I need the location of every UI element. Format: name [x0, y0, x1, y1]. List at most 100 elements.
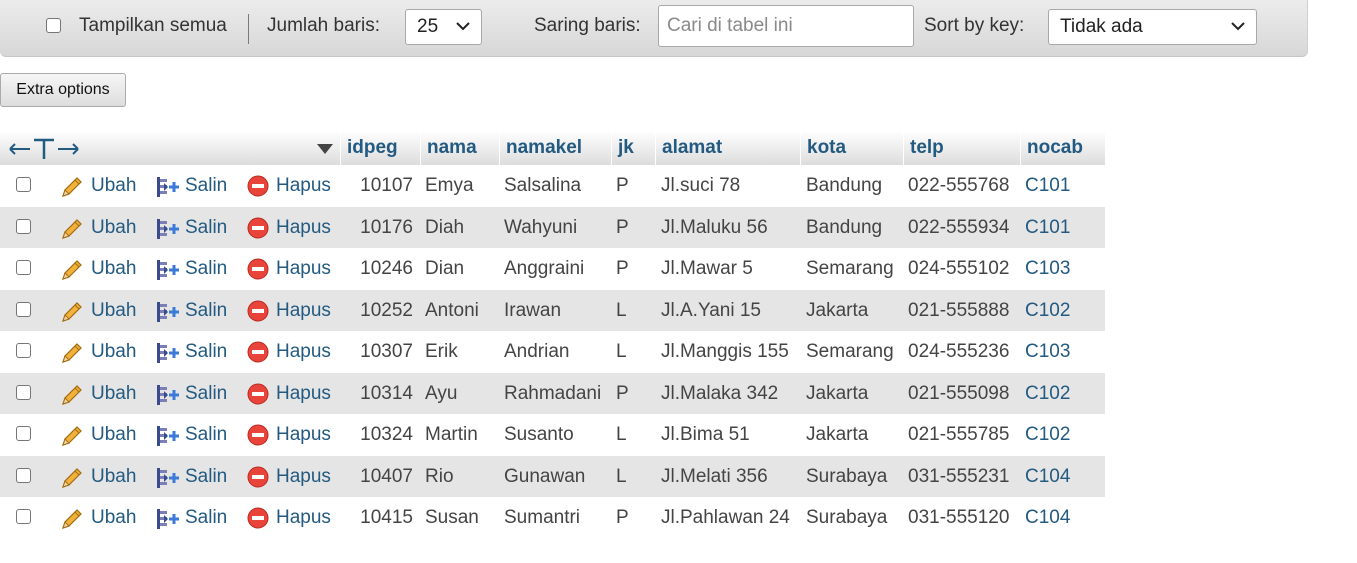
- column-header-idpeg[interactable]: idpeg: [340, 131, 420, 165]
- pencil-icon[interactable]: [60, 300, 84, 329]
- copy-link[interactable]: Salin: [185, 165, 227, 207]
- copy-link[interactable]: Salin: [185, 373, 227, 415]
- pencil-icon[interactable]: [60, 424, 84, 453]
- insert-row-icon[interactable]: [155, 341, 181, 370]
- delete-circle-icon[interactable]: [247, 341, 269, 368]
- pencil-icon[interactable]: [60, 175, 84, 204]
- cell-nocab[interactable]: C102: [1025, 290, 1070, 332]
- column-header-alamat[interactable]: alamat: [655, 131, 800, 165]
- cell-nocab[interactable]: C102: [1025, 414, 1070, 456]
- delete-circle-icon[interactable]: [247, 175, 269, 202]
- cell-alamat: Jl.Melati 356: [661, 465, 768, 487]
- column-header-telp[interactable]: telp: [903, 131, 1020, 165]
- edit-link[interactable]: Ubah: [91, 331, 136, 373]
- delete-link[interactable]: Hapus: [276, 456, 331, 498]
- column-header-namakel[interactable]: namakel: [499, 131, 611, 165]
- delete-link[interactable]: Hapus: [276, 331, 331, 373]
- row-select-checkbox[interactable]: [16, 301, 31, 317]
- insert-row-icon[interactable]: [155, 424, 181, 453]
- insert-row-icon[interactable]: [155, 175, 181, 204]
- cell-nocab[interactable]: C104: [1025, 456, 1070, 498]
- edit-link[interactable]: Ubah: [91, 207, 136, 249]
- filter-rows-input[interactable]: [658, 5, 914, 47]
- rows-count-select[interactable]: 25: [405, 9, 482, 45]
- pencil-icon[interactable]: [60, 383, 84, 412]
- cell-nocab[interactable]: C101: [1025, 165, 1070, 207]
- column-header-kota[interactable]: kota: [800, 131, 903, 165]
- pencil-icon[interactable]: [60, 507, 84, 536]
- delete-circle-icon[interactable]: [247, 258, 269, 285]
- edit-link[interactable]: Ubah: [91, 290, 136, 332]
- delete-link[interactable]: Hapus: [276, 290, 331, 332]
- delete-circle-icon[interactable]: [247, 507, 269, 534]
- cell-nocab[interactable]: C102: [1025, 373, 1070, 415]
- copy-link[interactable]: Salin: [185, 207, 227, 249]
- pencil-icon[interactable]: [60, 341, 84, 370]
- sort-by-key-select[interactable]: Tidak ada: [1048, 9, 1257, 45]
- row-select-checkbox[interactable]: [16, 260, 31, 275]
- row-select-checkbox[interactable]: [16, 426, 31, 441]
- cell-nocab[interactable]: C101: [1025, 207, 1070, 249]
- insert-row-icon[interactable]: [155, 258, 181, 287]
- pencil-icon[interactable]: [60, 466, 84, 495]
- cell-nocab[interactable]: C103: [1025, 331, 1070, 373]
- copy-link[interactable]: Salin: [185, 331, 227, 373]
- cell-jk: L: [616, 465, 627, 487]
- cell-idpeg: 10324: [360, 424, 413, 445]
- edit-link[interactable]: Ubah: [91, 248, 136, 290]
- edit-link[interactable]: Ubah: [91, 165, 136, 207]
- triangle-down-icon[interactable]: [316, 143, 334, 155]
- insert-row-icon[interactable]: [155, 507, 181, 536]
- row-select-checkbox[interactable]: [16, 467, 31, 483]
- edit-link[interactable]: Ubah: [91, 497, 136, 539]
- row-select-checkbox[interactable]: [16, 218, 31, 234]
- cell-nocab[interactable]: C104: [1025, 497, 1070, 539]
- copy-link[interactable]: Salin: [185, 290, 227, 332]
- cell-alamat: Jl.Bima 51: [661, 424, 750, 445]
- insert-row-icon[interactable]: [155, 383, 181, 412]
- delete-link[interactable]: Hapus: [276, 248, 331, 290]
- edit-link[interactable]: Ubah: [91, 414, 136, 456]
- cell-nama: Susan: [425, 507, 479, 528]
- rows-count-label: Jumlah baris:: [267, 15, 380, 36]
- table-row: Ubah Salin Hapus 10176 Diah Wahyuni P Jl.Maluku…: [0, 206, 1105, 249]
- copy-link[interactable]: Salin: [185, 248, 227, 290]
- edit-link[interactable]: Ubah: [91, 373, 136, 415]
- insert-row-icon[interactable]: [155, 217, 181, 246]
- delete-circle-icon[interactable]: [247, 466, 269, 493]
- cell-kota: Surabaya: [806, 507, 888, 528]
- delete-link[interactable]: Hapus: [276, 207, 331, 249]
- extra-options-button[interactable]: Extra options: [0, 73, 126, 107]
- delete-link[interactable]: Hapus: [276, 373, 331, 415]
- row-select-checkbox[interactable]: [16, 177, 31, 192]
- cell-nocab[interactable]: C103: [1025, 248, 1070, 290]
- edit-link[interactable]: Ubah: [91, 456, 136, 498]
- column-header-nama[interactable]: nama: [420, 131, 499, 165]
- cell-nama: Dian: [425, 258, 465, 279]
- insert-row-icon[interactable]: [155, 466, 181, 495]
- insert-row-icon[interactable]: [155, 300, 181, 329]
- delete-circle-icon[interactable]: [247, 217, 269, 244]
- delete-circle-icon[interactable]: [247, 300, 269, 327]
- pencil-icon[interactable]: [60, 217, 84, 246]
- delete-link[interactable]: Hapus: [276, 497, 331, 539]
- cell-telp: 031-555120: [908, 507, 1010, 528]
- delete-circle-icon[interactable]: [247, 383, 269, 410]
- column-arrows-icon[interactable]: [8, 137, 80, 161]
- copy-link[interactable]: Salin: [185, 456, 227, 498]
- pencil-icon[interactable]: [60, 258, 84, 287]
- cell-idpeg: 10246: [360, 258, 413, 279]
- column-header-nocab[interactable]: nocab: [1020, 131, 1105, 165]
- copy-link[interactable]: Salin: [185, 414, 227, 456]
- row-select-checkbox[interactable]: [16, 509, 31, 524]
- row-select-checkbox[interactable]: [16, 384, 31, 400]
- delete-link[interactable]: Hapus: [276, 414, 331, 456]
- cell-alamat: Jl.suci 78: [661, 175, 741, 196]
- delete-link[interactable]: Hapus: [276, 165, 331, 207]
- row-select-checkbox[interactable]: [16, 343, 31, 358]
- show-all-checkbox[interactable]: [46, 18, 61, 33]
- cell-kota: Jakarta: [806, 299, 869, 321]
- copy-link[interactable]: Salin: [185, 497, 227, 539]
- column-header-jk[interactable]: jk: [611, 131, 655, 165]
- delete-circle-icon[interactable]: [247, 424, 269, 451]
